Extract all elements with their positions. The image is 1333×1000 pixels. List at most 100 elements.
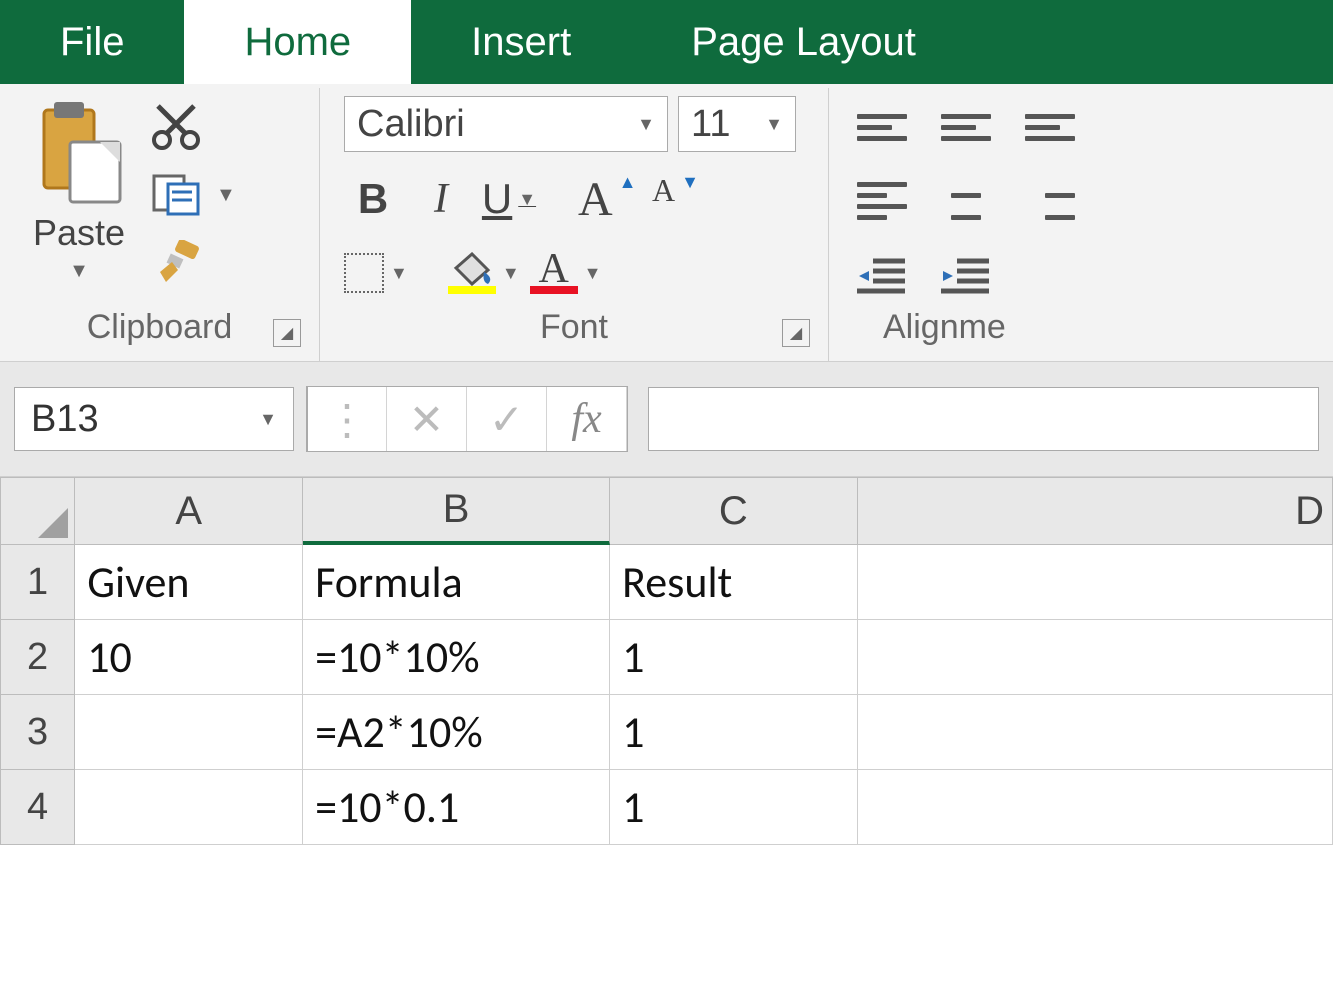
close-icon: ✕ bbox=[409, 395, 444, 444]
ribbon: Paste ▼ bbox=[0, 84, 1333, 362]
increase-indent-icon bbox=[941, 255, 991, 295]
font-name-value: Calibri bbox=[357, 103, 465, 146]
bold-button[interactable]: B bbox=[344, 172, 402, 226]
align-bottom-button[interactable] bbox=[1021, 100, 1079, 154]
tab-home[interactable]: Home bbox=[184, 0, 411, 84]
align-center-button[interactable] bbox=[937, 174, 995, 228]
chevron-down-icon: ▼ bbox=[518, 189, 536, 210]
select-all-corner[interactable] bbox=[0, 477, 75, 545]
name-box-value: B13 bbox=[31, 398, 99, 441]
table-row: 2 10 =10*10% 1 bbox=[0, 620, 1333, 695]
cut-button[interactable] bbox=[150, 104, 236, 150]
cell-c4[interactable]: 1 bbox=[610, 770, 858, 845]
ribbon-group-alignment: Alignme bbox=[829, 88, 1333, 361]
alignment-group-label: Alignme bbox=[883, 308, 1006, 347]
underline-button[interactable]: U ▼ bbox=[480, 172, 538, 226]
fx-label: fx bbox=[571, 395, 601, 443]
italic-button[interactable]: I bbox=[412, 172, 470, 226]
enter-formula-button[interactable]: ✓ bbox=[467, 387, 547, 451]
chevron-down-icon: ▼ bbox=[637, 114, 655, 135]
align-right-button[interactable] bbox=[1021, 174, 1079, 228]
chevron-down-icon: ▼ bbox=[765, 114, 783, 135]
formula-options-button[interactable]: ⋮ bbox=[307, 387, 387, 451]
font-color-button[interactable]: A ▼ bbox=[530, 246, 602, 300]
align-bottom-icon bbox=[1025, 114, 1075, 141]
cell-d3[interactable] bbox=[858, 695, 1333, 770]
column-header-a[interactable]: A bbox=[75, 477, 303, 545]
letter-a-icon: A bbox=[538, 252, 568, 286]
up-arrow-icon: ▲ bbox=[619, 172, 637, 193]
bucket-icon bbox=[450, 252, 494, 286]
cell-d2[interactable] bbox=[858, 620, 1333, 695]
cancel-formula-button[interactable]: ✕ bbox=[387, 387, 467, 451]
row-header-1[interactable]: 1 bbox=[0, 545, 75, 620]
dots-icon: ⋮ bbox=[326, 395, 368, 444]
fill-color-swatch bbox=[448, 286, 496, 294]
formula-input[interactable] bbox=[648, 387, 1319, 451]
ribbon-group-clipboard: Paste ▼ bbox=[0, 88, 320, 361]
align-left-button[interactable] bbox=[853, 174, 911, 228]
row-header-4[interactable]: 4 bbox=[0, 770, 75, 845]
paintbrush-icon bbox=[150, 240, 206, 286]
decrease-indent-icon bbox=[857, 255, 907, 295]
column-header-c[interactable]: C bbox=[610, 477, 858, 545]
ribbon-group-font: Calibri ▼ 11 ▼ B I U ▼ bbox=[320, 88, 829, 361]
cell-a1[interactable]: Given bbox=[75, 545, 303, 620]
check-icon: ✓ bbox=[489, 395, 524, 444]
copy-dropdown-icon[interactable]: ▼ bbox=[216, 184, 236, 207]
format-painter-button[interactable] bbox=[150, 240, 236, 286]
increase-font-button[interactable]: A▲ bbox=[578, 172, 637, 226]
cell-a2[interactable]: 10 bbox=[75, 620, 303, 695]
cell-c3[interactable]: 1 bbox=[610, 695, 858, 770]
column-header-d[interactable]: D bbox=[858, 477, 1333, 545]
cell-b3[interactable]: =A2*10% bbox=[303, 695, 610, 770]
decrease-indent-button[interactable] bbox=[853, 248, 911, 302]
paste-button[interactable]: Paste ▼ bbox=[24, 96, 134, 283]
align-left-icon bbox=[857, 182, 907, 220]
align-top-icon bbox=[857, 114, 907, 141]
align-top-button[interactable] bbox=[853, 100, 911, 154]
font-size-combo[interactable]: 11 ▼ bbox=[678, 96, 796, 152]
scissors-icon bbox=[150, 104, 206, 150]
tab-page-layout[interactable]: Page Layout bbox=[631, 0, 976, 84]
underline-label: U bbox=[482, 175, 512, 223]
name-box[interactable]: B13 ▼ bbox=[14, 387, 294, 451]
chevron-down-icon: ▼ bbox=[390, 263, 408, 284]
row-header-3[interactable]: 3 bbox=[0, 695, 75, 770]
clipboard-dialog-launcher[interactable]: ◢ bbox=[273, 319, 301, 347]
font-name-combo[interactable]: Calibri ▼ bbox=[344, 96, 668, 152]
column-header-row: A B C D bbox=[0, 477, 1333, 545]
cell-a4[interactable] bbox=[75, 770, 303, 845]
chevron-down-icon: ▼ bbox=[259, 409, 277, 430]
cell-a3[interactable] bbox=[75, 695, 303, 770]
corner-triangle-icon bbox=[38, 508, 68, 538]
cell-b1[interactable]: Formula bbox=[303, 545, 610, 620]
borders-button[interactable]: ▼ bbox=[344, 246, 408, 300]
font-dialog-launcher[interactable]: ◢ bbox=[782, 319, 810, 347]
row-header-2[interactable]: 2 bbox=[0, 620, 75, 695]
copy-button[interactable]: ▼ bbox=[150, 172, 236, 218]
decrease-font-button[interactable]: A▼ bbox=[647, 172, 705, 226]
cell-c2[interactable]: 1 bbox=[610, 620, 858, 695]
increase-indent-button[interactable] bbox=[937, 248, 995, 302]
copy-icon bbox=[150, 172, 206, 218]
tab-insert[interactable]: Insert bbox=[411, 0, 631, 84]
down-arrow-icon: ▼ bbox=[681, 172, 699, 193]
tab-file[interactable]: File bbox=[0, 0, 184, 84]
cell-d1[interactable] bbox=[858, 545, 1333, 620]
cell-b4[interactable]: =10*0.1 bbox=[303, 770, 610, 845]
table-row: 4 =10*0.1 1 bbox=[0, 770, 1333, 845]
fill-color-button[interactable]: ▼ bbox=[448, 246, 520, 300]
cell-b2[interactable]: =10*10% bbox=[303, 620, 610, 695]
paste-dropdown-icon[interactable]: ▼ bbox=[69, 260, 89, 283]
align-center-icon bbox=[941, 182, 991, 220]
column-header-b[interactable]: B bbox=[303, 477, 610, 545]
cell-d4[interactable] bbox=[858, 770, 1333, 845]
cell-c1[interactable]: Result bbox=[610, 545, 858, 620]
letter-a-icon: A bbox=[652, 172, 675, 209]
paste-icon bbox=[24, 96, 134, 206]
insert-function-button[interactable]: fx bbox=[547, 387, 627, 451]
ribbon-tab-bar: File Home Insert Page Layout bbox=[0, 0, 1333, 84]
align-middle-button[interactable] bbox=[937, 100, 995, 154]
font-group-label: Font bbox=[540, 308, 608, 347]
